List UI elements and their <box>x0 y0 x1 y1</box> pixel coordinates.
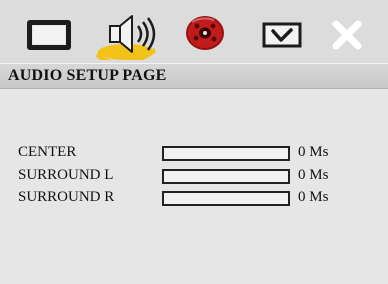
audio-setup-screen: AUDIO SETUP PAGE CENTER 0 Ms SURROUND L … <box>0 0 388 284</box>
delay-slider[interactable] <box>162 146 290 161</box>
page-title: AUDIO SETUP PAGE <box>8 67 167 84</box>
setting-row-surround-l[interactable]: SURROUND L 0 Ms <box>0 166 388 186</box>
tv-screen-icon[interactable] <box>24 17 76 53</box>
audio-speaker-icon[interactable] <box>96 8 160 65</box>
setting-value: 0 Ms <box>298 144 329 160</box>
setting-label: CENTER <box>18 144 77 160</box>
delay-slider[interactable] <box>162 191 290 206</box>
close-icon[interactable] <box>330 18 364 52</box>
disc-icon[interactable] <box>184 14 226 52</box>
setting-label: SURROUND L <box>18 167 114 183</box>
page-title-bar: AUDIO SETUP PAGE <box>0 63 388 89</box>
setting-value: 0 Ms <box>298 167 329 183</box>
setup-menu-icon-bar <box>0 0 388 65</box>
setting-row-center[interactable]: CENTER 0 Ms <box>0 143 388 163</box>
setting-row-surround-r[interactable]: SURROUND R 0 Ms <box>0 188 388 208</box>
delay-slider[interactable] <box>162 169 290 184</box>
settings-panel: CENTER 0 Ms SURROUND L 0 Ms SURROUND R 0… <box>0 89 388 284</box>
setting-label: SURROUND R <box>18 189 115 205</box>
setting-value: 0 Ms <box>298 189 329 205</box>
checkbox-icon[interactable] <box>262 22 302 48</box>
